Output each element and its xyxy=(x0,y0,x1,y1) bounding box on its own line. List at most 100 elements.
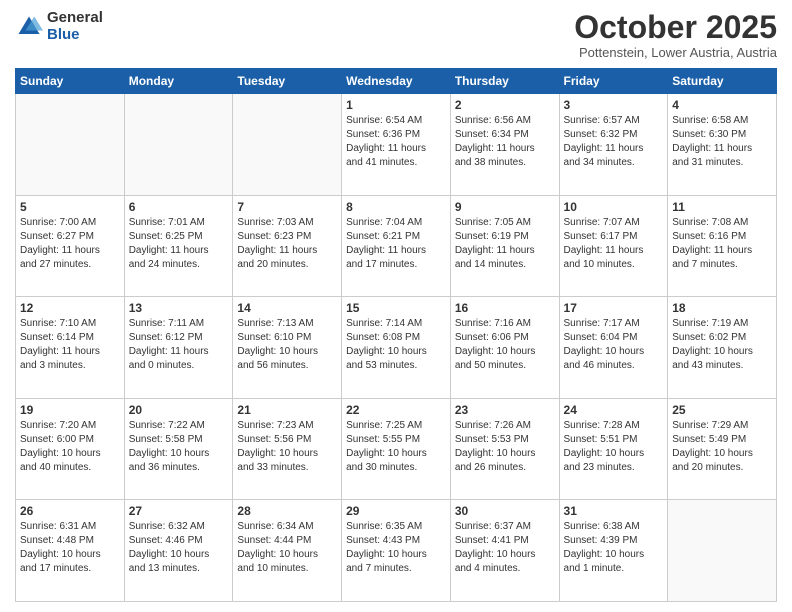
page: General Blue October 2025 Pottenstein, L… xyxy=(0,0,792,612)
col-saturday: Saturday xyxy=(668,69,777,94)
day-number: 30 xyxy=(455,504,555,518)
day-number: 25 xyxy=(672,403,772,417)
month-title: October 2025 xyxy=(574,10,777,45)
day-number: 31 xyxy=(564,504,664,518)
day-number: 6 xyxy=(129,200,229,214)
col-monday: Monday xyxy=(124,69,233,94)
day-info: Sunrise: 7:05 AM Sunset: 6:19 PM Dayligh… xyxy=(455,216,555,272)
day-cell-2-6: 18Sunrise: 7:19 AM Sunset: 6:02 PM Dayli… xyxy=(668,297,777,399)
day-cell-3-4: 23 Sunrise: 7:26 AM Sunset: 5:53 PM Dayli… xyxy=(450,398,559,500)
day-info: Sunrise: 7:28 AM Sunset: 5:51 PM Dayligh… xyxy=(564,419,664,475)
day-cell-2-2: 14 Sunrise: 7:13 AM Sunset: 6:10 PM Dayli… xyxy=(233,297,342,399)
day-info: Sunrise: 6:58 AM Sunset: 6:30 PM Dayligh… xyxy=(672,114,772,170)
subtitle: Pottenstein, Lower Austria, Austria xyxy=(574,45,777,60)
day-cell-0-2 xyxy=(233,94,342,196)
day-number: 23 xyxy=(455,403,555,417)
day-cell-4-0: 26 Sunrise: 6:31 AM Sunset: 4:48 PM Dayli… xyxy=(16,500,125,602)
day-info: Sunrise: 6:31 AM Sunset: 4:48 PM Dayligh… xyxy=(20,520,120,576)
day-info: Sunrise: 6:54 AM Sunset: 6:36 PM Dayligh… xyxy=(346,114,446,170)
day-info: Sunrise: 7:08 AM Sunset: 6:16 PM Dayligh… xyxy=(672,216,772,272)
day-info: Sunrise: 7:10 AM Sunset: 6:14 PM Dayligh… xyxy=(20,317,120,373)
logo-general-text: General xyxy=(47,10,103,27)
day-cell-2-5: 17 Sunrise: 7:17 AM Sunset: 6:04 PM Dayli… xyxy=(559,297,668,399)
header: General Blue October 2025 Pottenstein, L… xyxy=(15,10,777,60)
day-cell-4-4: 30 Sunrise: 6:37 AM Sunset: 4:41 PM Dayli… xyxy=(450,500,559,602)
day-cell-0-0 xyxy=(16,94,125,196)
day-number: 18 xyxy=(672,301,772,315)
day-cell-2-0: 12 Sunrise: 7:10 AM Sunset: 6:14 PM Dayli… xyxy=(16,297,125,399)
day-cell-2-1: 13 Sunrise: 7:11 AM Sunset: 6:12 PM Dayli… xyxy=(124,297,233,399)
day-number: 15 xyxy=(346,301,446,315)
day-info: Sunrise: 7:11 AM Sunset: 6:12 PM Dayligh… xyxy=(129,317,229,373)
day-cell-3-2: 21 Sunrise: 7:23 AM Sunset: 5:56 PM Dayli… xyxy=(233,398,342,500)
day-number: 12 xyxy=(20,301,120,315)
col-wednesday: Wednesday xyxy=(342,69,451,94)
logo-blue-text: Blue xyxy=(47,27,103,44)
calendar-table: Sunday Monday Tuesday Wednesday Thursday… xyxy=(15,68,777,602)
day-number: 14 xyxy=(237,301,337,315)
day-info: Sunrise: 7:17 AM Sunset: 6:04 PM Dayligh… xyxy=(564,317,664,373)
day-info: Sunrise: 6:37 AM Sunset: 4:41 PM Dayligh… xyxy=(455,520,555,576)
day-info: Sunrise: 7:14 AM Sunset: 6:08 PM Dayligh… xyxy=(346,317,446,373)
day-number: 13 xyxy=(129,301,229,315)
week-row-1: 5 Sunrise: 7:00 AM Sunset: 6:27 PM Daylig… xyxy=(16,195,777,297)
day-number: 1 xyxy=(346,98,446,112)
week-row-0: 1 Sunrise: 6:54 AM Sunset: 6:36 PM Daylig… xyxy=(16,94,777,196)
day-cell-3-6: 25 Sunrise: 7:29 AM Sunset: 5:49 PM Dayli… xyxy=(668,398,777,500)
day-number: 29 xyxy=(346,504,446,518)
week-row-4: 26 Sunrise: 6:31 AM Sunset: 4:48 PM Dayli… xyxy=(16,500,777,602)
day-cell-4-6 xyxy=(668,500,777,602)
day-cell-2-4: 16Sunrise: 7:16 AM Sunset: 6:06 PM Dayli… xyxy=(450,297,559,399)
day-info: Sunrise: 6:57 AM Sunset: 6:32 PM Dayligh… xyxy=(564,114,664,170)
day-cell-1-1: 6 Sunrise: 7:01 AM Sunset: 6:25 PM Daylig… xyxy=(124,195,233,297)
day-info: Sunrise: 7:29 AM Sunset: 5:49 PM Dayligh… xyxy=(672,419,772,475)
day-number: 16 xyxy=(455,301,555,315)
day-cell-1-5: 10Sunrise: 7:07 AM Sunset: 6:17 PM Dayli… xyxy=(559,195,668,297)
day-number: 22 xyxy=(346,403,446,417)
day-number: 27 xyxy=(129,504,229,518)
week-row-2: 12 Sunrise: 7:10 AM Sunset: 6:14 PM Dayli… xyxy=(16,297,777,399)
day-number: 21 xyxy=(237,403,337,417)
day-cell-3-5: 24 Sunrise: 7:28 AM Sunset: 5:51 PM Dayli… xyxy=(559,398,668,500)
day-number: 2 xyxy=(455,98,555,112)
logo-icon xyxy=(15,13,43,41)
day-info: Sunrise: 7:23 AM Sunset: 5:56 PM Dayligh… xyxy=(237,419,337,475)
day-info: Sunrise: 7:22 AM Sunset: 5:58 PM Dayligh… xyxy=(129,419,229,475)
day-cell-1-3: 8Sunrise: 7:04 AM Sunset: 6:21 PM Daylig… xyxy=(342,195,451,297)
day-cell-3-3: 22 Sunrise: 7:25 AM Sunset: 5:55 PM Dayli… xyxy=(342,398,451,500)
day-info: Sunrise: 7:03 AM Sunset: 6:23 PM Dayligh… xyxy=(237,216,337,272)
day-number: 11 xyxy=(672,200,772,214)
day-number: 26 xyxy=(20,504,120,518)
day-cell-3-0: 19Sunrise: 7:20 AM Sunset: 6:00 PM Dayli… xyxy=(16,398,125,500)
day-info: Sunrise: 7:01 AM Sunset: 6:25 PM Dayligh… xyxy=(129,216,229,272)
day-cell-2-3: 15 Sunrise: 7:14 AM Sunset: 6:08 PM Dayli… xyxy=(342,297,451,399)
logo: General Blue xyxy=(15,10,103,43)
day-cell-0-4: 2Sunrise: 6:56 AM Sunset: 6:34 PM Daylig… xyxy=(450,94,559,196)
day-number: 17 xyxy=(564,301,664,315)
day-number: 7 xyxy=(237,200,337,214)
day-info: Sunrise: 7:25 AM Sunset: 5:55 PM Dayligh… xyxy=(346,419,446,475)
day-number: 5 xyxy=(20,200,120,214)
week-row-3: 19Sunrise: 7:20 AM Sunset: 6:00 PM Dayli… xyxy=(16,398,777,500)
day-number: 24 xyxy=(564,403,664,417)
day-number: 3 xyxy=(564,98,664,112)
day-info: Sunrise: 7:00 AM Sunset: 6:27 PM Dayligh… xyxy=(20,216,120,272)
day-cell-1-0: 5 Sunrise: 7:00 AM Sunset: 6:27 PM Daylig… xyxy=(16,195,125,297)
col-tuesday: Tuesday xyxy=(233,69,342,94)
logo-text: General Blue xyxy=(47,10,103,43)
day-cell-0-6: 4Sunrise: 6:58 AM Sunset: 6:30 PM Daylig… xyxy=(668,94,777,196)
day-number: 10 xyxy=(564,200,664,214)
day-info: Sunrise: 7:20 AM Sunset: 6:00 PM Dayligh… xyxy=(20,419,120,475)
day-cell-1-6: 11 Sunrise: 7:08 AM Sunset: 6:16 PM Dayli… xyxy=(668,195,777,297)
day-info: Sunrise: 6:34 AM Sunset: 4:44 PM Dayligh… xyxy=(237,520,337,576)
day-cell-4-5: 31Sunrise: 6:38 AM Sunset: 4:39 PM Dayli… xyxy=(559,500,668,602)
col-sunday: Sunday xyxy=(16,69,125,94)
day-cell-3-1: 20 Sunrise: 7:22 AM Sunset: 5:58 PM Dayli… xyxy=(124,398,233,500)
day-cell-4-1: 27 Sunrise: 6:32 AM Sunset: 4:46 PM Dayli… xyxy=(124,500,233,602)
day-cell-1-2: 7 Sunrise: 7:03 AM Sunset: 6:23 PM Daylig… xyxy=(233,195,342,297)
day-info: Sunrise: 7:13 AM Sunset: 6:10 PM Dayligh… xyxy=(237,317,337,373)
day-cell-4-2: 28Sunrise: 6:34 AM Sunset: 4:44 PM Dayli… xyxy=(233,500,342,602)
day-number: 20 xyxy=(129,403,229,417)
day-info: Sunrise: 6:32 AM Sunset: 4:46 PM Dayligh… xyxy=(129,520,229,576)
day-info: Sunrise: 7:26 AM Sunset: 5:53 PM Dayligh… xyxy=(455,419,555,475)
